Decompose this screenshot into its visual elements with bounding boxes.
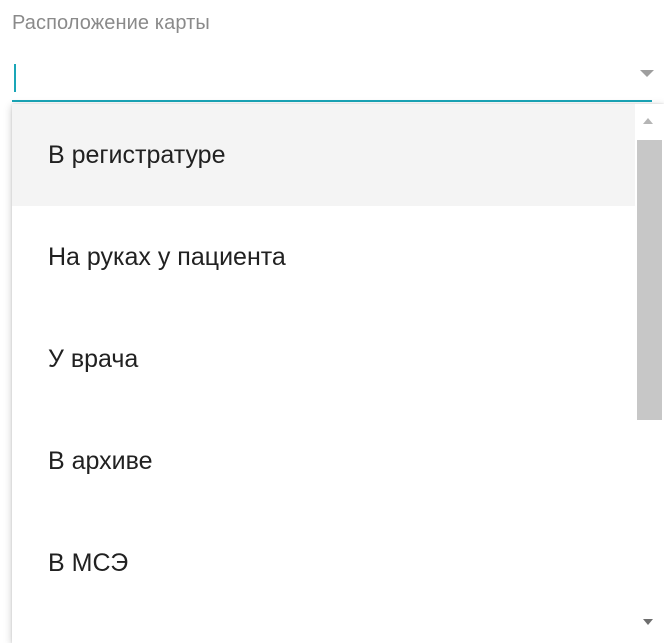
card-location-input[interactable]: [12, 58, 652, 102]
text-cursor: [14, 64, 16, 92]
option-archive[interactable]: В архиве: [12, 410, 635, 512]
option-mse[interactable]: В МСЭ: [12, 512, 635, 614]
chevron-down-icon[interactable]: [640, 70, 654, 77]
field-label: Расположение карты: [12, 12, 210, 34]
option-with-patient[interactable]: На руках у пациента: [12, 206, 635, 308]
scrollbar-thumb[interactable]: [637, 140, 662, 420]
scroll-down-arrow-icon[interactable]: [643, 619, 653, 625]
option-at-doctor[interactable]: У врача: [12, 308, 635, 410]
scroll-up-arrow-icon[interactable]: [643, 118, 653, 124]
dropdown-menu: В регистратуре На руках у пациента У вра…: [12, 104, 664, 643]
option-list: В регистратуре На руках у пациента У вра…: [12, 104, 635, 614]
card-location-field[interactable]: Расположение карты: [12, 0, 664, 104]
menu-scrollbar[interactable]: [635, 104, 664, 643]
option-registry[interactable]: В регистратуре: [12, 104, 635, 206]
